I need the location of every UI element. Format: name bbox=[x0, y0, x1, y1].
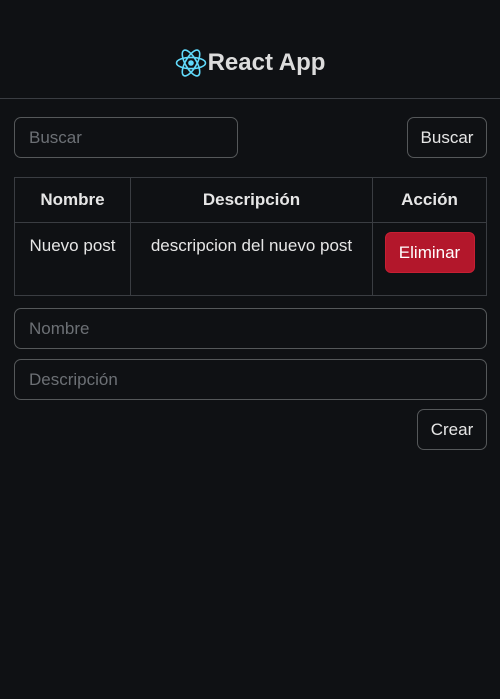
post-action-cell: Eliminar bbox=[372, 222, 487, 296]
delete-post-button[interactable]: Eliminar bbox=[384, 232, 475, 273]
posts-table: Nombre Descripción Acción Nuevo post des… bbox=[14, 177, 487, 296]
create-button[interactable]: Crear bbox=[417, 409, 487, 450]
table-row: Nuevo post descripcion del nuevo post El… bbox=[14, 222, 487, 296]
search-button[interactable]: Buscar bbox=[407, 117, 487, 158]
nombre-input[interactable] bbox=[14, 308, 487, 349]
app-header: React App bbox=[0, 0, 500, 99]
descripcion-input[interactable] bbox=[14, 359, 487, 400]
post-descripcion-cell: descripcion del nuevo post bbox=[130, 222, 373, 296]
post-nombre-cell: Nuevo post bbox=[14, 222, 131, 296]
search-input[interactable] bbox=[14, 117, 238, 158]
column-header-nombre: Nombre bbox=[14, 177, 131, 223]
column-header-descripcion: Descripción bbox=[130, 177, 373, 223]
app-title: React App bbox=[207, 49, 326, 76]
react-atom-icon bbox=[175, 47, 207, 79]
column-header-accion: Acción bbox=[372, 177, 487, 223]
table-header-row: Nombre Descripción Acción bbox=[14, 177, 487, 223]
